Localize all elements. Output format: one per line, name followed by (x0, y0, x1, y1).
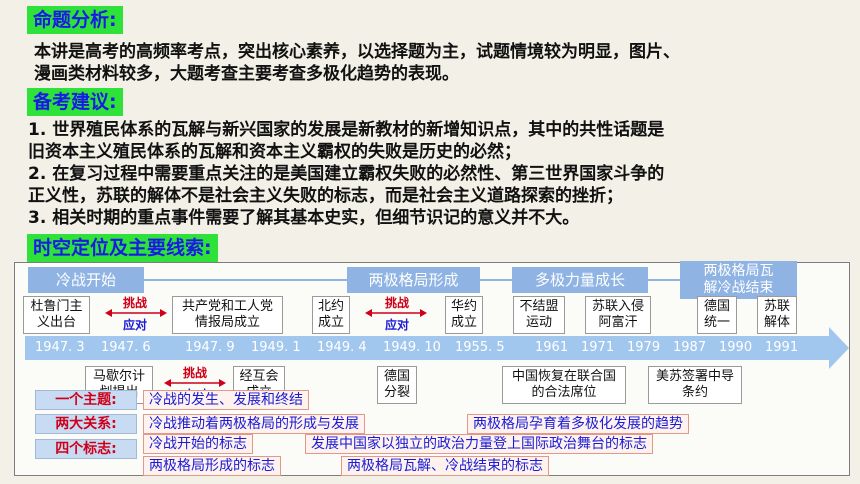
analysis-heading: 命题分析: (27, 6, 123, 34)
mark-1: 冷战开始的标志 (143, 434, 253, 454)
event-ussr-dissolution: 苏联解体 (757, 296, 797, 334)
marks-label: 四个标志: (35, 439, 137, 459)
double-arrow-icon-3 (164, 379, 226, 387)
year-1955-5: 1955. 5 (455, 340, 505, 355)
phase-connector-3 (648, 279, 680, 281)
year-1991: 1991 (765, 340, 799, 355)
phase-bipolar-formed: 两极格局形成 (347, 267, 480, 293)
event-germany-division: 德国分裂 (377, 366, 417, 404)
timeline-panel: 冷战开始 两极格局形成 多极力量成长 两极格局瓦 解冷战结束 杜鲁门主义出台 挑… (14, 261, 850, 476)
mark-2: 发展中国家以独立的政治力量登上国际政治舞台的标志 (305, 434, 653, 454)
year-1987: 1987 (673, 340, 707, 355)
analysis-line-1: 本讲是高考的高频率考点，突出核心素养，以选择题为主，试题情境较为明显，图片、 (34, 42, 680, 62)
theme-label: 一个主题: (35, 390, 137, 410)
phase-bipolar-collapse: 两极格局瓦 解冷战结束 (680, 261, 797, 299)
theme-text: 冷战的发生、发展和终结 (143, 390, 309, 410)
advice-line-5: 3. 相关时期的重点事件需要了解其基本史实，但细节识记的意义并不大。 (28, 208, 580, 228)
advice-line-4: 正义性，苏联的解体不是社会主义失败的标志，而是社会主义道路探索的挫折； (28, 186, 623, 206)
double-arrow-icon-2 (365, 309, 427, 317)
phase-multipolar-growth: 多极力量成长 (512, 267, 648, 293)
year-1949-4: 1949. 4 (317, 340, 367, 355)
event-inf-treaty: 美苏签署中导条约 (648, 366, 742, 404)
year-1949-10: 1949. 10 (383, 340, 441, 355)
phase-bipolar-collapse-line-1: 两极格局瓦 (703, 263, 774, 279)
mark-3: 两极格局形成的标志 (143, 456, 281, 476)
advice-heading: 备考建议: (27, 88, 123, 116)
relations-label: 两大关系: (35, 414, 137, 434)
phase-connector-1 (144, 279, 347, 281)
event-nato: 北约成立 (312, 296, 350, 334)
event-non-aligned-movement: 不结盟运动 (513, 296, 565, 334)
year-axis: 1947. 3 1947. 6 1947. 9 1949. 1 1949. 4 … (25, 336, 831, 360)
event-truman-doctrine: 杜鲁门主义出台 (23, 296, 90, 334)
phase-cold-war-start: 冷战开始 (28, 267, 144, 293)
advice-line-2: 旧资本主义殖民体系的瓦解和资本主义霸权的失败是历史的必然； (28, 142, 521, 162)
axis-arrow-icon (829, 327, 849, 369)
year-1990: 1990 (719, 340, 753, 355)
year-1971: 1971 (581, 340, 615, 355)
year-1979: 1979 (627, 340, 661, 355)
event-german-reunification: 德国统一 (697, 296, 737, 334)
analysis-line-2: 漫画类材料较多，大题考查主要考查多极化趋势的表现。 (34, 64, 459, 84)
double-arrow-icon-1 (105, 309, 167, 317)
year-1961: 1961 (535, 340, 569, 355)
tag-respond-1: 应对 (122, 318, 147, 332)
phase-connector-2 (480, 279, 512, 281)
timeline-heading: 时空定位及主要线索: (27, 234, 218, 262)
year-1947-9: 1947. 9 (185, 340, 235, 355)
event-afghanistan-invasion: 苏联入侵阿富汗 (585, 296, 651, 334)
year-1947-6: 1947. 6 (101, 340, 151, 355)
relation-2: 两极格局孕育着多极化发展的趋势 (467, 414, 689, 434)
event-cominform: 共产党和工人党情报局成立 (172, 296, 283, 334)
relation-1: 冷战推动着两极格局的形成与发展 (143, 414, 365, 434)
event-china-un-seat: 中国恢复在联合国的合法席位 (502, 366, 626, 404)
advice-line-3: 2. 在复习过程中需要重点关注的是美国建立霸权失败的必然性、第三世界国家斗争的 (28, 164, 665, 184)
advice-line-1: 1. 世界殖民体系的瓦解与新兴国家的发展是新教材的新增知识点，其中的共性话题是 (28, 120, 665, 140)
mark-4: 两极格局瓦解、冷战结束的标志 (341, 456, 549, 476)
year-1949-1: 1949. 1 (251, 340, 301, 355)
tag-respond-2: 应对 (384, 318, 409, 332)
event-warsaw-pact: 华约成立 (445, 296, 483, 334)
phase-bipolar-collapse-line-2: 解冷战结束 (703, 280, 774, 296)
year-1947-3: 1947. 3 (35, 340, 85, 355)
